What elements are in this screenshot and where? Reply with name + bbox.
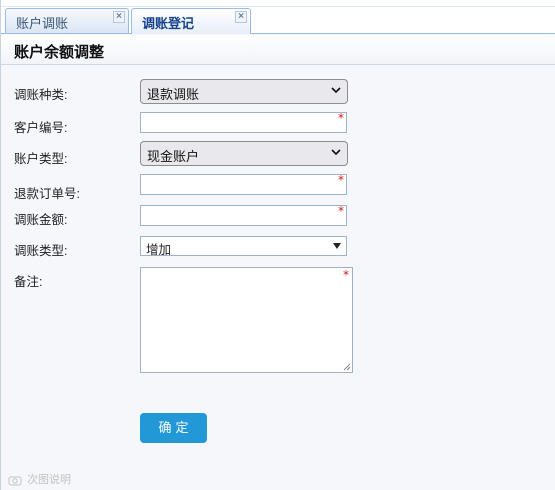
required-mark: * bbox=[338, 173, 344, 187]
app-frame: 账户调账 × 调账登记 × 账户余额调整 调账种类: 退款调账 客户编号: * … bbox=[0, 0, 555, 490]
camera-watermark-icon bbox=[8, 476, 22, 486]
account-type-select[interactable]: 现金账户 bbox=[140, 141, 348, 166]
adjust-kind-select[interactable]: 退款调账 bbox=[140, 79, 348, 104]
watermark-text: 次图说明 bbox=[27, 474, 72, 486]
resize-grip-icon[interactable] bbox=[343, 363, 351, 371]
remark-label: 备注: bbox=[14, 275, 43, 289]
dropdown-arrow-icon bbox=[333, 243, 341, 249]
close-icon[interactable]: × bbox=[113, 11, 125, 23]
tab-adjust-register[interactable]: 调账登记 × bbox=[131, 8, 251, 34]
customer-no-label: 客户编号: bbox=[14, 121, 68, 135]
chevron-down-icon bbox=[331, 149, 341, 156]
close-icon[interactable]: × bbox=[235, 11, 247, 23]
tab-account-adjust[interactable]: 账户调账 × bbox=[5, 8, 129, 33]
page-title: 账户余额调整 bbox=[1, 35, 555, 65]
account-type-value: 现金账户 bbox=[147, 149, 200, 164]
adjust-kind-value: 退款调账 bbox=[147, 87, 200, 102]
adjust-type-select[interactable]: 增加 bbox=[140, 236, 347, 257]
required-mark: * bbox=[338, 204, 344, 218]
adjust-type-value: 增加 bbox=[146, 243, 172, 257]
tab-label: 调账登记 bbox=[142, 16, 195, 31]
required-mark: * bbox=[343, 268, 349, 282]
refund-order-input[interactable]: * bbox=[140, 174, 347, 195]
tab-label: 账户调账 bbox=[16, 16, 69, 31]
watermark: 次图说明 bbox=[8, 471, 71, 487]
adjust-amount-label: 调账金额: bbox=[14, 213, 68, 227]
refund-order-label: 退款订单号: bbox=[14, 187, 80, 201]
adjust-amount-input[interactable]: * bbox=[140, 205, 347, 226]
adjust-kind-label: 调账种类: bbox=[14, 88, 68, 102]
customer-no-input[interactable]: * bbox=[140, 112, 347, 133]
adjust-type-label: 调账类型: bbox=[14, 244, 68, 258]
required-mark: * bbox=[338, 111, 344, 125]
confirm-button[interactable]: 确定 bbox=[140, 413, 207, 443]
tab-bar: 账户调账 × 调账登记 × bbox=[1, 0, 555, 34]
remark-textarea[interactable]: * bbox=[140, 267, 353, 373]
chevron-down-icon bbox=[331, 87, 341, 94]
account-type-label: 账户类型: bbox=[14, 152, 68, 166]
